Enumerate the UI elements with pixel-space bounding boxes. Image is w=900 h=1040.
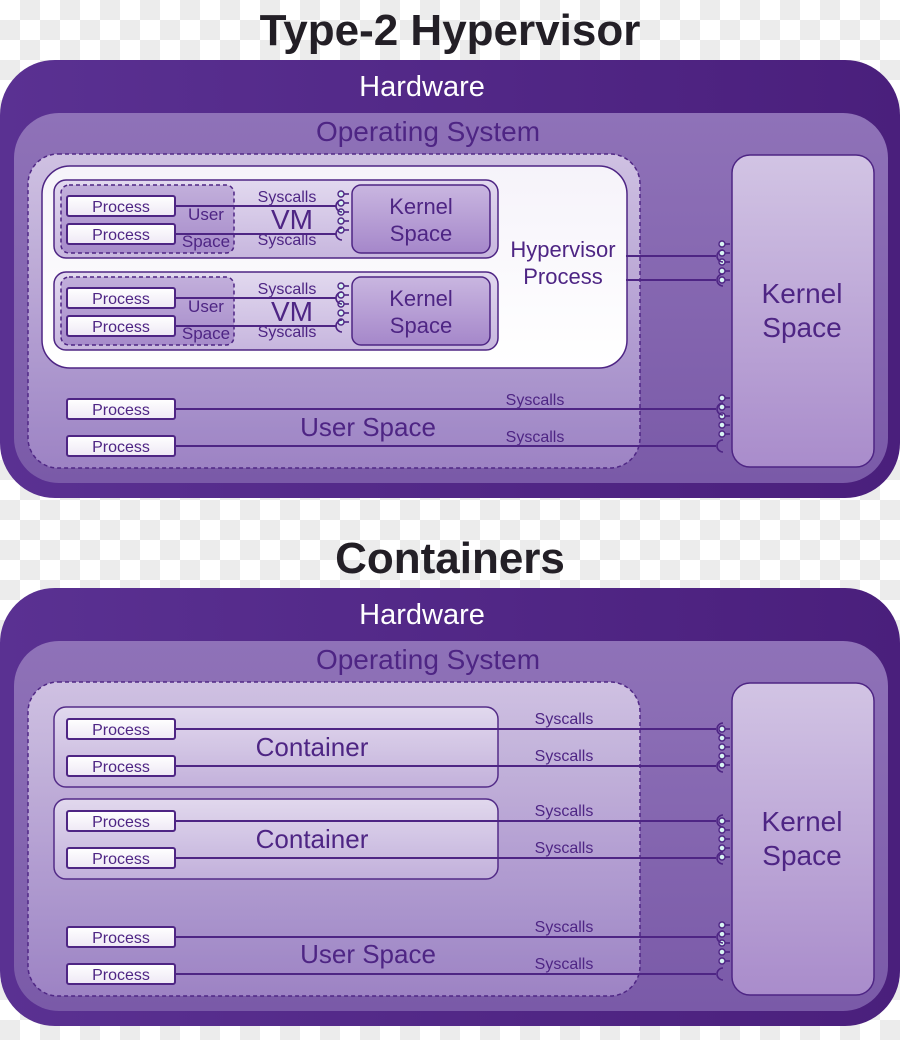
- process-box: Process: [66, 195, 176, 217]
- connector-dot: [718, 853, 726, 861]
- kernel-label: Kernel: [762, 806, 843, 837]
- connector-dot: [718, 403, 726, 411]
- vm-user-space-label: User: [188, 297, 224, 316]
- os-label: Operating System: [316, 644, 540, 675]
- connector-dot: [718, 948, 726, 956]
- hypervisor-label: Process: [523, 264, 602, 289]
- process-box: Process: [66, 287, 176, 309]
- diagram-title: Containers: [335, 534, 565, 583]
- process-label: Process: [92, 402, 150, 419]
- process-label: Process: [92, 319, 150, 336]
- vm-kernel-label: Kernel: [389, 194, 453, 219]
- syscalls-label: Syscalls: [535, 840, 594, 857]
- user-space-label: User Space: [300, 939, 436, 969]
- os-label: Operating System: [316, 116, 540, 147]
- process-label: Process: [92, 199, 150, 216]
- connector-dot: [718, 844, 726, 852]
- connector-dot: [718, 835, 726, 843]
- connector-dot: [718, 734, 726, 742]
- vm-label: VM: [271, 296, 313, 327]
- containers-diagram: Containers Hardware Operating System Kernel…: [0, 534, 900, 1026]
- connector-dot: [718, 421, 726, 429]
- process-label: Process: [92, 439, 150, 456]
- process-label: Process: [92, 930, 150, 947]
- syscalls-label: Syscalls: [535, 748, 594, 765]
- diagram-title: Type-2 Hypervisor: [260, 6, 641, 55]
- connector-dot: [718, 752, 726, 760]
- virtual-machine: UserSpaceProcessProcessSyscallsSyscallsV…: [53, 179, 499, 259]
- syscalls-label: Syscalls: [535, 711, 594, 728]
- process-box: Process: [66, 315, 176, 337]
- connector-dot: [718, 276, 726, 284]
- kernel-space-box: [731, 154, 875, 468]
- hardware-label: Hardware: [359, 599, 485, 631]
- process-box: Process: [66, 926, 176, 948]
- vm-kernel-label: Kernel: [389, 286, 453, 311]
- user-space-label: User Space: [300, 412, 436, 442]
- connector-dot: [718, 743, 726, 751]
- connector-dot: [718, 394, 726, 402]
- connector-dot: [718, 267, 726, 275]
- connector-dot: [718, 430, 726, 438]
- connector-dot: [337, 190, 345, 198]
- process-box: Process: [66, 847, 176, 869]
- process-label: Process: [92, 291, 150, 308]
- process-box: Process: [66, 223, 176, 245]
- process-label: Process: [92, 722, 150, 739]
- syscalls-label: Syscalls: [506, 429, 565, 446]
- syscalls-label: Syscalls: [506, 392, 565, 409]
- container-label: Container: [256, 732, 369, 762]
- connector-dot: [718, 725, 726, 733]
- container-label: Container: [256, 824, 369, 854]
- process-box: Process: [66, 810, 176, 832]
- kernel-label: Space: [762, 312, 841, 343]
- virtual-machine: UserSpaceProcessProcessSyscallsSyscallsV…: [53, 271, 499, 351]
- process-label: Process: [92, 967, 150, 984]
- process-box: Process: [66, 718, 176, 740]
- process-box: Process: [66, 398, 176, 420]
- connector-dot: [718, 761, 726, 769]
- vm-kernel-label: Space: [390, 313, 452, 338]
- connector-dot: [718, 921, 726, 929]
- kernel-label: Space: [762, 840, 841, 871]
- process-box: Process: [66, 755, 176, 777]
- syscalls-label: Syscalls: [535, 803, 594, 820]
- hypervisor-label: Hypervisor: [510, 237, 615, 262]
- process-label: Process: [92, 851, 150, 868]
- process-box: Process: [66, 435, 176, 457]
- vm-kernel-label: Space: [390, 221, 452, 246]
- connector-dot: [337, 217, 345, 225]
- connector-dot: [718, 957, 726, 965]
- virtualization-diagram: Type-2 Hypervisor Hardware Operating Syste…: [0, 6, 900, 1026]
- connector-dot: [718, 826, 726, 834]
- process-box: Process: [66, 963, 176, 985]
- hardware-label: Hardware: [359, 71, 485, 103]
- connector-dot: [718, 817, 726, 825]
- process-label: Process: [92, 814, 150, 831]
- process-label: Process: [92, 227, 150, 244]
- connector-dot: [718, 240, 726, 248]
- connector-dot: [337, 309, 345, 317]
- kernel-space-box: [731, 682, 875, 996]
- vm-label: VM: [271, 204, 313, 235]
- hypervisor-diagram: Type-2 Hypervisor Hardware Operating Syste…: [0, 6, 900, 498]
- kernel-label: Kernel: [762, 278, 843, 309]
- process-label: Process: [92, 759, 150, 776]
- connector-dot: [337, 282, 345, 290]
- syscalls-label: Syscalls: [535, 956, 594, 973]
- syscalls-label: Syscalls: [535, 919, 594, 936]
- vm-user-space-label: User: [188, 205, 224, 224]
